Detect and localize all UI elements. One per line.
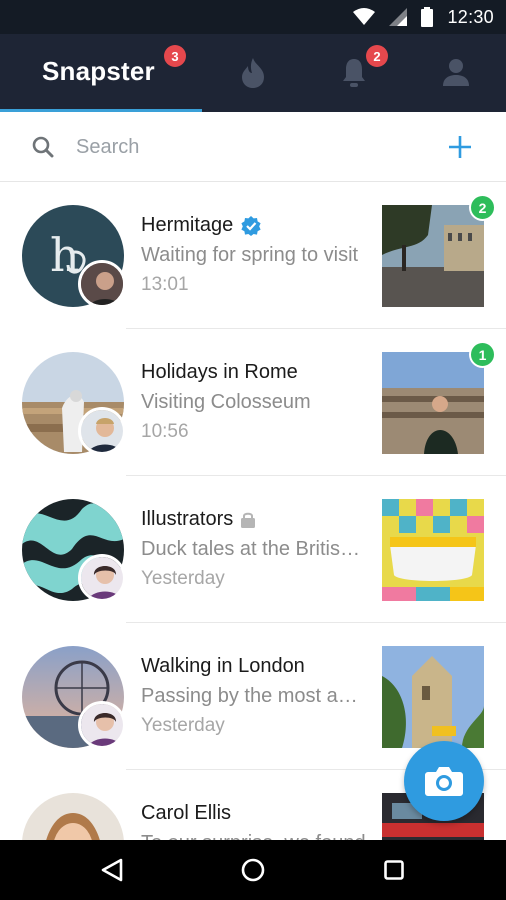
recents-icon <box>384 860 404 880</box>
chat-title: Walking in London <box>141 655 305 677</box>
back-button[interactable] <box>82 840 142 900</box>
tab-home[interactable]: Snapster 3 <box>0 34 202 112</box>
app-title: Snapster <box>42 56 155 86</box>
camera-button[interactable] <box>404 741 484 821</box>
chat-preview: Waiting for spring to visit <box>141 244 359 266</box>
unread-badge: 2 <box>469 194 496 221</box>
chat-title-row: Illustrators <box>141 508 256 531</box>
avatar-member <box>78 701 126 749</box>
status-time: 12:30 <box>447 6 494 27</box>
tab-notifications[interactable]: 2 <box>302 34 406 112</box>
wifi-icon <box>353 8 376 25</box>
chat-title-row: Holidays in Rome <box>141 361 298 384</box>
chat-time: 13:01 <box>141 274 189 295</box>
chat-preview: Visiting Colosseum <box>141 391 311 413</box>
back-icon <box>101 858 123 882</box>
chat-thumbnail <box>382 352 484 454</box>
search-bar <box>0 112 506 182</box>
chat-preview: To our surprise, we found <box>141 832 369 840</box>
chat-title-row: Walking in London <box>141 655 305 678</box>
system-nav-bar <box>0 840 506 900</box>
lock-icon <box>241 512 256 528</box>
battery-icon <box>421 7 434 27</box>
tab-profile[interactable] <box>406 34 506 112</box>
recents-button[interactable] <box>364 840 424 900</box>
chat-time: Yesterday <box>141 715 225 736</box>
chat-list: h Hermitage Waiting for spring to visit … <box>0 182 506 840</box>
search-input[interactable] <box>76 130 416 164</box>
chat-preview: Passing by the most amazing places <box>141 685 369 707</box>
bell-icon <box>343 59 365 87</box>
chat-preview: Duck tales at the British Museum <box>141 538 369 560</box>
chat-item-hermitage[interactable]: h Hermitage Waiting for spring to visit … <box>0 182 506 329</box>
chat-time: Yesterday <box>141 568 225 589</box>
chat-title: Carol Ellis <box>141 802 232 824</box>
status-bar: 12:30 <box>0 0 506 34</box>
home-icon <box>241 858 265 882</box>
avatar-member <box>78 407 126 455</box>
camera-icon <box>425 767 463 796</box>
chat-item-illustrators[interactable]: Illustrators Duck tales at the British M… <box>0 476 506 623</box>
chat-title: Hermitage <box>141 214 234 236</box>
profile-icon <box>443 59 469 86</box>
chat-thumbnail <box>382 205 484 307</box>
chat-title: Holidays in Rome <box>141 361 298 383</box>
home-unread-badge: 3 <box>164 45 186 67</box>
chat-title-row: Carol Ellis <box>141 802 231 825</box>
avatar <box>22 793 124 840</box>
signal-icon <box>389 8 408 26</box>
home-button[interactable] <box>223 840 283 900</box>
avatar-member <box>78 260 126 308</box>
app-bar: Snapster 3 2 <box>0 34 506 112</box>
flame-icon <box>242 58 264 88</box>
svg-text:h: h <box>50 228 80 282</box>
chat-title-row: Hermitage <box>141 214 261 237</box>
chat-time: 10:56 <box>141 421 189 442</box>
notifications-badge: 2 <box>366 45 388 67</box>
chat-item-holidays-in-rome[interactable]: Holidays in Rome Visiting Colosseum 10:5… <box>0 329 506 476</box>
chat-thumbnail <box>382 499 484 601</box>
unread-badge: 1 <box>469 341 496 368</box>
avatar-member <box>78 554 126 602</box>
verified-icon <box>241 215 261 236</box>
chat-thumbnail <box>382 646 484 748</box>
chat-title: Illustrators <box>141 508 234 530</box>
search-icon <box>32 136 54 158</box>
add-button[interactable] <box>444 131 476 163</box>
plus-icon <box>449 136 471 158</box>
tab-trending[interactable] <box>202 34 302 112</box>
